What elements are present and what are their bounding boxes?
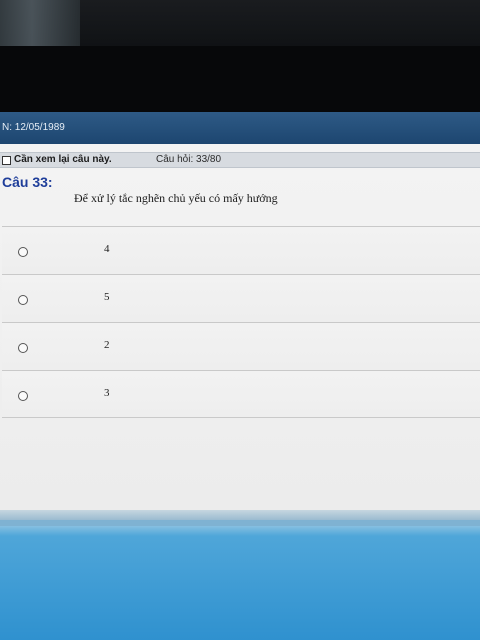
review-checkbox[interactable]	[2, 156, 11, 165]
radio-button-icon[interactable]	[18, 247, 28, 257]
radio-button-icon[interactable]	[18, 343, 28, 353]
question-text: Để xử lý tắc nghẽn chủ yếu có mấy hướng	[74, 191, 278, 205]
question-count: Câu hỏi: 33/80	[156, 154, 222, 165]
header-sub-bar	[0, 144, 480, 152]
question-number: Câu 33:	[2, 174, 53, 190]
review-bar: Cần xem lại câu này. Câu hỏi: 33/80	[0, 152, 480, 168]
radio-button-icon[interactable]	[18, 295, 28, 305]
answer-label: 2	[104, 339, 110, 351]
review-label[interactable]: Cần xem lại câu này.	[14, 154, 112, 165]
pane-divider	[0, 510, 480, 520]
answer-option[interactable]: 4	[2, 226, 480, 274]
answer-option[interactable]: 2	[2, 322, 480, 370]
answer-label: 3	[104, 387, 110, 399]
exam-screen: N: 12/05/1989 Cần xem lại câu này. Câu h…	[0, 112, 480, 640]
radio-button-icon[interactable]	[18, 391, 28, 401]
answer-list: 4 5 2 3	[2, 226, 480, 418]
answer-option[interactable]: 5	[2, 274, 480, 322]
background-window-glare	[0, 0, 80, 46]
photo-stage: N: 12/05/1989 Cần xem lại câu này. Câu h…	[0, 0, 480, 640]
answer-label: 5	[104, 291, 110, 303]
answer-option[interactable]: 3	[2, 370, 480, 418]
header-text: N: 12/05/1989	[2, 122, 65, 133]
monitor-bezel	[0, 46, 480, 112]
lower-pane	[0, 510, 480, 640]
pane-divider-strip	[0, 520, 480, 526]
header-bar: N: 12/05/1989	[0, 112, 480, 144]
answer-label: 4	[104, 243, 110, 255]
